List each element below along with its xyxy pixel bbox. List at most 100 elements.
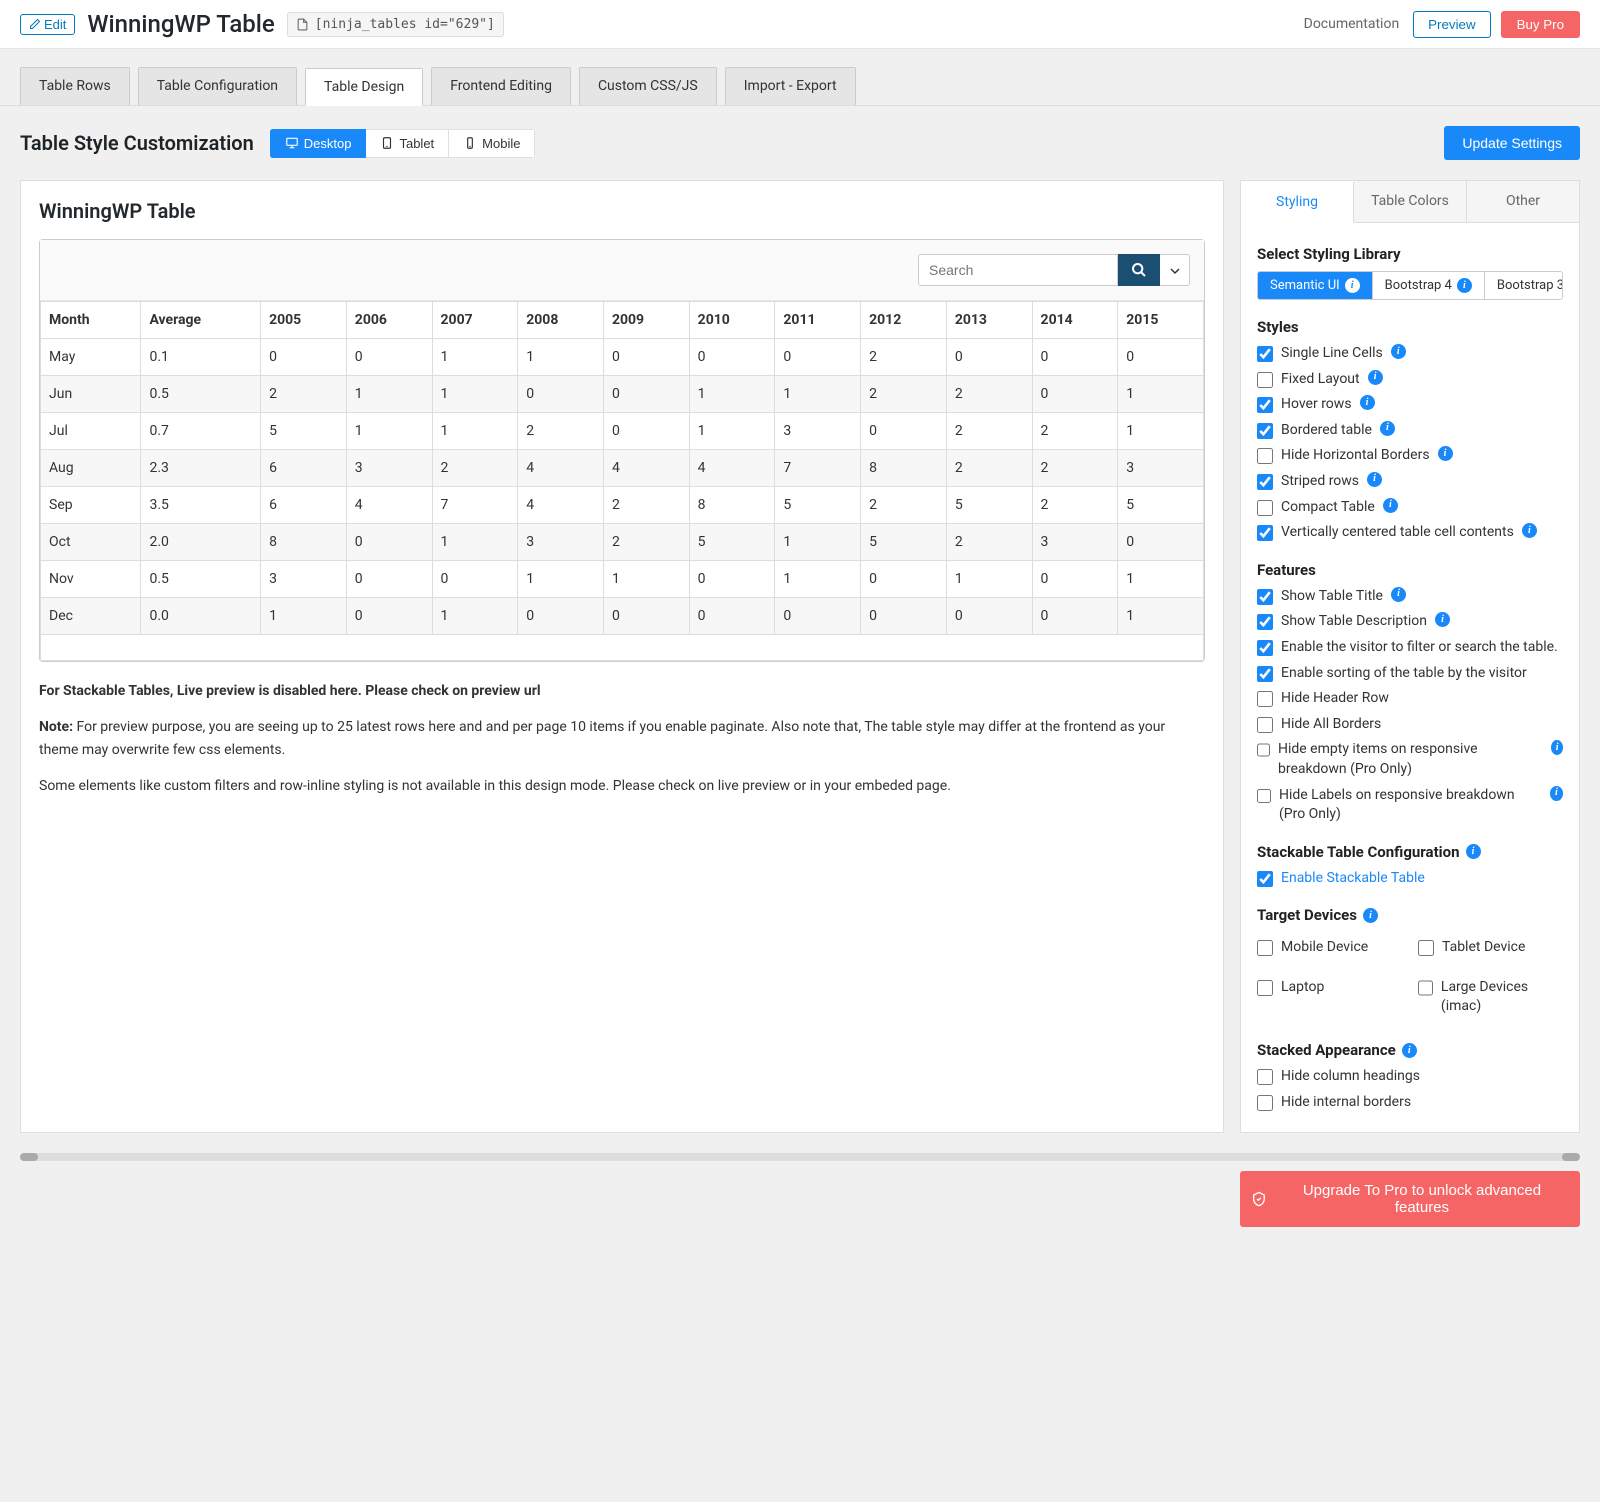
table-cell: 0 xyxy=(861,561,947,598)
column-header[interactable]: Average xyxy=(141,302,261,339)
table-cell: 0 xyxy=(775,339,861,376)
table-cell: 2.3 xyxy=(141,450,261,487)
checkbox-hover-rows[interactable]: Hover rowsi xyxy=(1257,395,1563,415)
tab-custom-css-js[interactable]: Custom CSS/JS xyxy=(579,67,717,105)
info-icon[interactable]: i xyxy=(1551,740,1563,755)
documentation-link[interactable]: Documentation xyxy=(1304,16,1400,32)
column-header[interactable]: 2012 xyxy=(861,302,947,339)
lib-option-bootstrap-4[interactable]: Bootstrap 4i xyxy=(1373,272,1485,299)
column-header[interactable]: 2014 xyxy=(1032,302,1118,339)
target-tablet-device[interactable]: Tablet Device xyxy=(1418,938,1563,958)
lib-option-bootstrap-3[interactable]: Bootstrap 3i xyxy=(1485,272,1563,299)
column-header[interactable]: Month xyxy=(41,302,141,339)
info-icon[interactable]: i xyxy=(1363,908,1378,923)
table-cell: 2 xyxy=(1032,413,1118,450)
mobile-icon xyxy=(463,136,477,150)
info-icon[interactable]: i xyxy=(1438,446,1453,461)
info-icon[interactable]: i xyxy=(1402,1043,1417,1058)
checkbox-fixed-layout[interactable]: Fixed Layouti xyxy=(1257,370,1563,390)
info-icon[interactable]: i xyxy=(1522,523,1537,538)
checkbox-striped-rows[interactable]: Striped rowsi xyxy=(1257,472,1563,492)
checkbox-bordered-table[interactable]: Bordered tablei xyxy=(1257,421,1563,441)
upgrade-to-pro-button[interactable]: Upgrade To Pro to unlock advanced featur… xyxy=(1240,1171,1580,1227)
table-cell: 2 xyxy=(603,524,689,561)
checkbox-show-table-title[interactable]: Show Table Titlei xyxy=(1257,587,1563,607)
table-cell: 1 xyxy=(518,561,604,598)
table-cell: 0 xyxy=(946,598,1032,635)
table-row: Oct2.080132515230 xyxy=(41,524,1204,561)
table-cell: 3 xyxy=(775,413,861,450)
settings-tab-table-colors[interactable]: Table Colors xyxy=(1354,181,1467,222)
column-header[interactable]: 2015 xyxy=(1118,302,1204,339)
checkbox-vertically-centered-table-cell-contents[interactable]: Vertically centered table cell contentsi xyxy=(1257,523,1563,543)
preview-title: WinningWP Table xyxy=(39,199,1205,223)
table-cell: 1 xyxy=(432,524,518,561)
checkbox-hide-horizontal-borders[interactable]: Hide Horizontal Bordersi xyxy=(1257,446,1563,466)
info-icon[interactable]: i xyxy=(1391,587,1406,602)
tab-table-design[interactable]: Table Design xyxy=(305,68,423,106)
target-large-devices-imac-[interactable]: Large Devices (imac) xyxy=(1418,978,1563,1017)
buy-pro-button[interactable]: Buy Pro xyxy=(1501,11,1580,38)
search-input[interactable] xyxy=(918,254,1118,286)
checkbox-hide-empty-items-on-responsive-breakdown[interactable]: Hide empty items on responsive breakdown… xyxy=(1257,740,1563,779)
device-desktop-button[interactable]: Desktop xyxy=(270,129,367,158)
target-mobile-device[interactable]: Mobile Device xyxy=(1257,938,1402,958)
checkbox-enable-sorting-of-the-table-by-the-visit[interactable]: Enable sorting of the table by the visit… xyxy=(1257,664,1563,684)
column-header[interactable]: 2006 xyxy=(346,302,432,339)
enable-stackable-checkbox[interactable]: Enable Stackable Table xyxy=(1257,869,1563,889)
info-icon[interactable]: i xyxy=(1550,786,1563,801)
horizontal-scrollbar[interactable] xyxy=(20,1153,1580,1161)
checkbox-hide-header-row[interactable]: Hide Header Row xyxy=(1257,689,1563,709)
table-cell: 2 xyxy=(946,413,1032,450)
column-header[interactable]: 2013 xyxy=(946,302,1032,339)
column-header[interactable]: 2005 xyxy=(261,302,347,339)
appearance-label: Stacked Appearance xyxy=(1257,1041,1396,1059)
tab-frontend-editing[interactable]: Frontend Editing xyxy=(431,67,571,105)
lib-option-semantic-ui[interactable]: Semantic UIi xyxy=(1258,272,1373,299)
info-icon[interactable]: i xyxy=(1345,278,1360,293)
search-button[interactable] xyxy=(1118,254,1160,286)
info-icon[interactable]: i xyxy=(1466,844,1481,859)
tab-table-configuration[interactable]: Table Configuration xyxy=(138,67,297,105)
settings-tab-other[interactable]: Other xyxy=(1467,181,1579,222)
update-settings-button[interactable]: Update Settings xyxy=(1444,126,1580,160)
info-icon[interactable]: i xyxy=(1380,421,1395,436)
table-cell: 6 xyxy=(261,450,347,487)
checkbox-hide-column-headings[interactable]: Hide column headings xyxy=(1257,1067,1563,1087)
info-icon[interactable]: i xyxy=(1383,498,1398,513)
tab-table-rows[interactable]: Table Rows xyxy=(20,67,130,105)
table-cell: 1 xyxy=(1118,561,1204,598)
info-icon[interactable]: i xyxy=(1367,472,1382,487)
checkbox-hide-internal-borders[interactable]: Hide internal borders xyxy=(1257,1093,1563,1113)
preview-button[interactable]: Preview xyxy=(1413,11,1490,38)
table-cell: 4 xyxy=(518,450,604,487)
column-header[interactable]: 2011 xyxy=(775,302,861,339)
shortcode-chip[interactable]: [ninja_tables id="629"] xyxy=(287,12,504,37)
column-header[interactable]: 2009 xyxy=(603,302,689,339)
edit-button[interactable]: Edit xyxy=(20,14,75,35)
tab-import-export[interactable]: Import - Export xyxy=(725,67,856,105)
search-dropdown-button[interactable] xyxy=(1160,254,1190,286)
info-icon[interactable]: i xyxy=(1360,395,1375,410)
info-icon[interactable]: i xyxy=(1391,344,1406,359)
checkbox-hide-all-borders[interactable]: Hide All Borders xyxy=(1257,715,1563,735)
checkbox-compact-table[interactable]: Compact Tablei xyxy=(1257,498,1563,518)
info-icon[interactable]: i xyxy=(1457,278,1472,293)
checkbox-show-table-description[interactable]: Show Table Descriptioni xyxy=(1257,612,1563,632)
info-icon[interactable]: i xyxy=(1435,612,1450,627)
table-cell: 1 xyxy=(775,561,861,598)
target-laptop[interactable]: Laptop xyxy=(1257,978,1402,1017)
table-cell: 5 xyxy=(946,487,1032,524)
device-mobile-button[interactable]: Mobile xyxy=(449,129,535,158)
column-header[interactable]: 2008 xyxy=(518,302,604,339)
column-header[interactable]: 2007 xyxy=(432,302,518,339)
table-cell: 6 xyxy=(261,487,347,524)
info-icon[interactable]: i xyxy=(1368,370,1383,385)
checkbox-hide-labels-on-responsive-breakdown-pro-[interactable]: Hide Labels on responsive breakdown (Pro… xyxy=(1257,786,1563,825)
device-tablet-button[interactable]: Tablet xyxy=(366,129,449,158)
column-header[interactable]: 2010 xyxy=(689,302,775,339)
checkbox-enable-the-visitor-to-filter-or-search-t[interactable]: Enable the visitor to filter or search t… xyxy=(1257,638,1563,658)
table-cell: 4 xyxy=(518,487,604,524)
settings-tab-styling[interactable]: Styling xyxy=(1241,182,1354,223)
checkbox-single-line-cells[interactable]: Single Line Cellsi xyxy=(1257,344,1563,364)
